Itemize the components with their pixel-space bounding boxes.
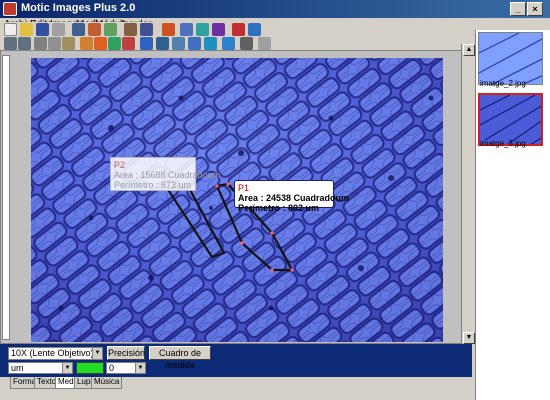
- contrast-icon[interactable]: [94, 37, 107, 50]
- app-icon: [3, 2, 17, 16]
- unit-select[interactable]: um ▼: [8, 362, 73, 374]
- unit-value: um: [11, 363, 24, 373]
- filter-icon[interactable]: [122, 37, 135, 50]
- save-icon[interactable]: [36, 23, 49, 36]
- scroll-up-icon[interactable]: ▲: [463, 44, 475, 56]
- help-icon[interactable]: [232, 23, 245, 36]
- window-title: Motic Images Plus 2.0: [21, 2, 136, 14]
- print-icon[interactable]: [52, 23, 65, 36]
- cut-icon[interactable]: [34, 37, 47, 50]
- p2-perimeter: Perímetro : 673 um: [114, 180, 192, 190]
- redo-icon[interactable]: [18, 37, 31, 50]
- chevron-down-icon[interactable]: ▼: [62, 363, 72, 373]
- color-balance-icon[interactable]: [108, 37, 121, 50]
- capture-icon[interactable]: [88, 23, 101, 36]
- paste-icon[interactable]: [62, 37, 75, 50]
- measurement-label-p1[interactable]: P1 Area : 24538 Cuadradoum Perímetro : 8…: [234, 180, 350, 213]
- chevron-down-icon[interactable]: ▼: [135, 363, 145, 373]
- thumbnail-1-preview: [479, 33, 542, 84]
- close-button[interactable]: ×: [527, 2, 543, 16]
- p2-name: P2: [114, 160, 126, 170]
- measure-frame-button[interactable]: Cuadro de medida: [149, 346, 211, 370]
- title-bar: Motic Images Plus 2.0 _ ×: [0, 0, 550, 18]
- pen-icon[interactable]: [258, 37, 271, 50]
- crop-icon[interactable]: [188, 37, 201, 50]
- decimals-value: 0: [109, 363, 115, 373]
- precision-button[interactable]: Precisión: [107, 346, 145, 360]
- edit-toolbar: [0, 36, 470, 50]
- thumbnail-2-label: imatge_3.jpg: [480, 139, 526, 148]
- measurement-label-p2[interactable]: P2 Area : 15688 Cuadradoum Perímetro : 6…: [110, 157, 221, 191]
- draw-icon[interactable]: [240, 37, 253, 50]
- thumbnail-image-1[interactable]: [478, 32, 543, 85]
- thumbnail-1-label: imatge_2.jpg: [480, 79, 526, 88]
- zoom-icon[interactable]: [140, 37, 153, 50]
- open-folder-icon[interactable]: [20, 23, 33, 36]
- report-icon[interactable]: [162, 23, 175, 36]
- tab-musica[interactable]: Música: [91, 377, 123, 389]
- vertical-ruler: [2, 55, 10, 340]
- objective-value: 10X (Lente Objetivo): [11, 348, 94, 358]
- p2-area: Area : 15688 Cuadradoum: [114, 170, 221, 180]
- p1-perimeter: Perímetro : 802 um: [238, 203, 320, 213]
- tools-icon[interactable]: [212, 23, 225, 36]
- undo-icon[interactable]: [4, 37, 17, 50]
- minimize-button[interactable]: _: [510, 2, 526, 16]
- import-icon[interactable]: [124, 23, 137, 36]
- sync-icon[interactable]: [196, 23, 209, 36]
- objective-select[interactable]: 10X (Lente Objetivo) ▼: [8, 347, 103, 360]
- decimals-select[interactable]: 0 ▼: [106, 362, 146, 374]
- camera-icon[interactable]: [72, 23, 85, 36]
- flip-icon[interactable]: [172, 37, 185, 50]
- vertical-scrollbar[interactable]: ▲ ▼: [461, 44, 475, 344]
- grid-icon[interactable]: [222, 37, 235, 50]
- brightness-icon[interactable]: [80, 37, 93, 50]
- p1-name: P1: [238, 183, 250, 193]
- color-swatch[interactable]: [76, 362, 104, 374]
- scroll-down-icon[interactable]: ▼: [463, 332, 475, 344]
- copy-icon[interactable]: [48, 37, 61, 50]
- resize-icon[interactable]: [204, 37, 217, 50]
- database-icon[interactable]: [180, 23, 193, 36]
- p1-area: Area : 24538 Cuadradoum: [238, 193, 350, 203]
- rotate-icon[interactable]: [156, 37, 169, 50]
- new-file-icon[interactable]: [4, 23, 17, 36]
- video-icon[interactable]: [104, 23, 117, 36]
- export-icon[interactable]: [140, 23, 153, 36]
- settings-icon[interactable]: [248, 23, 261, 36]
- chevron-down-icon[interactable]: ▼: [92, 348, 102, 359]
